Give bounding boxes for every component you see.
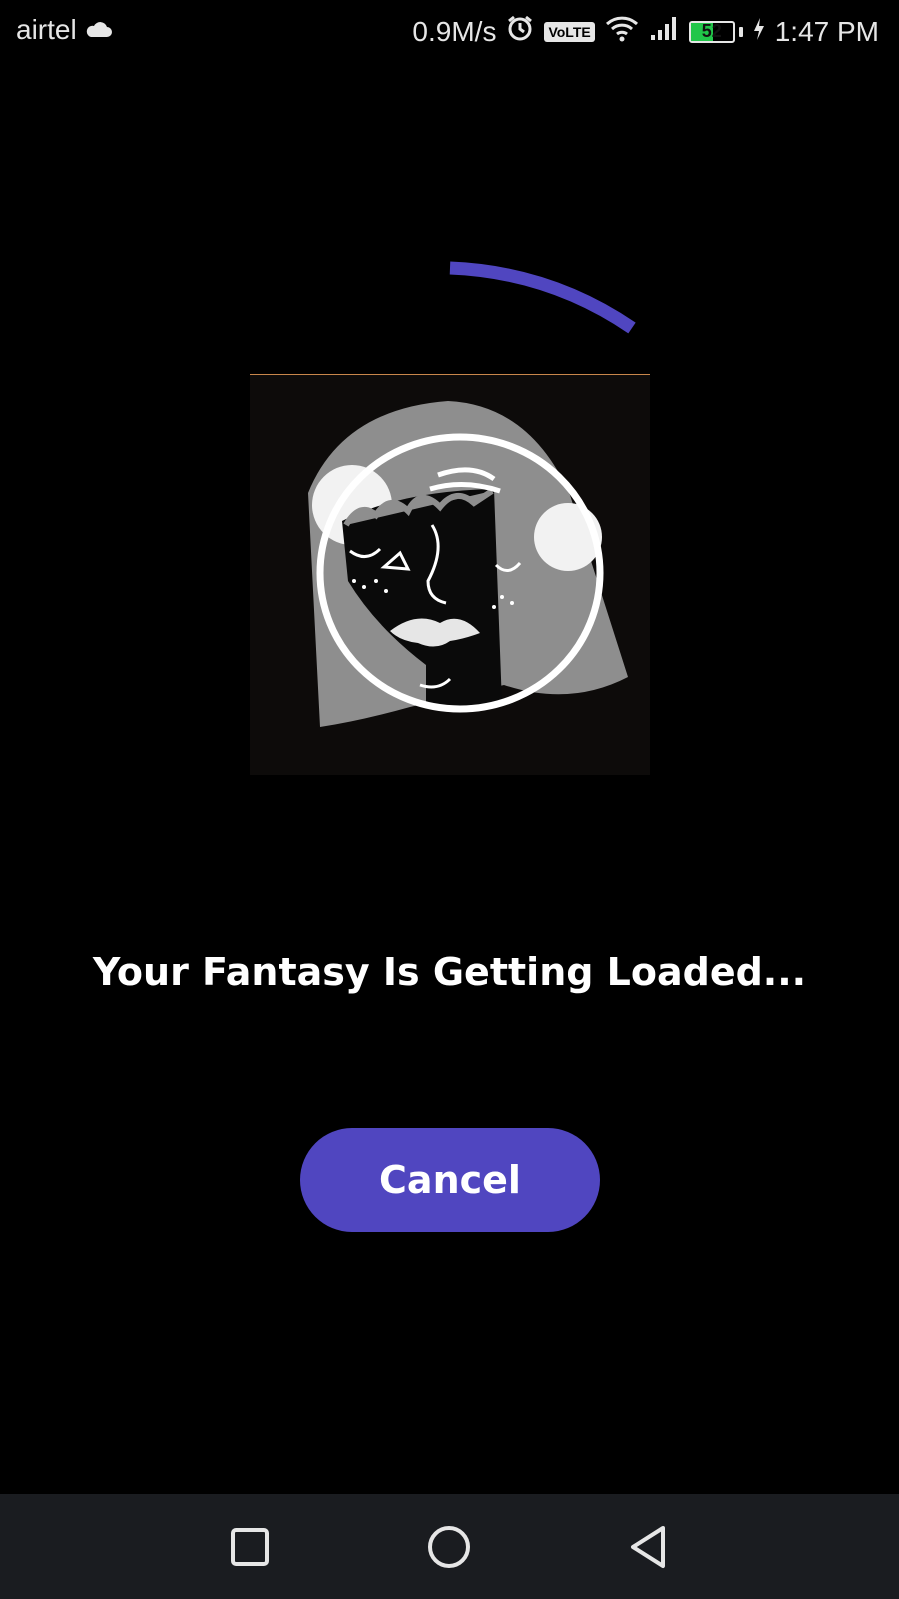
cancel-button[interactable]: Cancel	[300, 1128, 600, 1232]
back-button[interactable]	[624, 1522, 674, 1572]
status-right: 0.9M/s VoLTE 52 1:47 PM	[412, 14, 879, 49]
network-speed: 0.9M/s	[412, 15, 497, 47]
navigation-bar	[0, 1494, 899, 1599]
signal-icon	[649, 15, 679, 48]
status-bar: airtel 0.9M/s VoLTE 52 1:47 PM	[0, 0, 899, 64]
carrier-name: airtel	[16, 14, 77, 45]
status-left: airtel	[16, 14, 113, 46]
alarm-icon	[506, 14, 534, 49]
battery-icon: 52	[688, 20, 735, 43]
battery-level: 52	[701, 20, 722, 41]
face-illustration-icon	[308, 401, 628, 727]
fantasy-illustration	[250, 374, 650, 775]
back-triangle-icon	[631, 1526, 665, 1568]
cancel-button-label: Cancel	[379, 1158, 521, 1202]
volte-badge: VoLTE	[544, 21, 595, 42]
loading-title: Your Fantasy Is Getting Loaded...	[92, 950, 807, 994]
charging-icon	[753, 16, 765, 48]
battery-tip	[738, 26, 743, 37]
cloud-icon	[85, 14, 113, 46]
loading-spinner-icon	[449, 261, 636, 334]
circle-icon	[428, 1526, 470, 1568]
square-icon	[231, 1528, 269, 1566]
clock: 1:47 PM	[774, 15, 879, 47]
home-button[interactable]	[424, 1522, 474, 1572]
recent-apps-button[interactable]	[225, 1522, 275, 1572]
wifi-icon	[605, 14, 639, 49]
